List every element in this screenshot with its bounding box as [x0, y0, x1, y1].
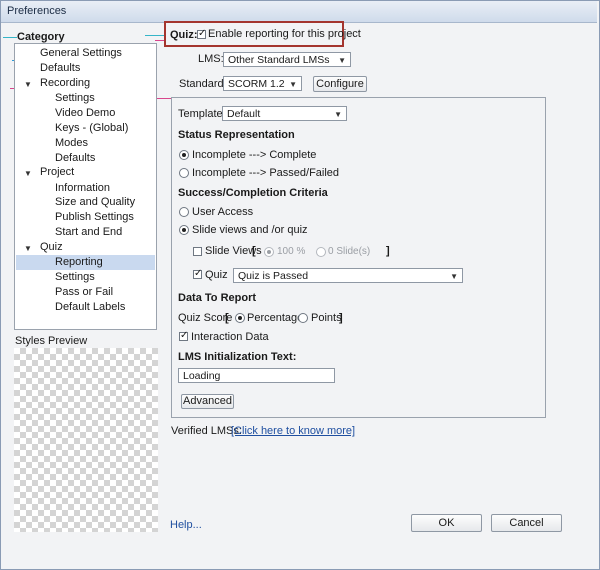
slide-views-checkbox[interactable]	[193, 247, 202, 256]
criteria-heading: Success/Completion Criteria	[178, 187, 328, 199]
tree-item-quiz[interactable]: Quiz	[40, 240, 63, 255]
lms-label: LMS:	[198, 53, 224, 65]
slides-label: 0 Slide(s)	[328, 246, 371, 257]
tree-item-recording[interactable]: Recording	[40, 76, 90, 91]
expand-caret-icon[interactable]: ▼	[24, 80, 32, 89]
tree-item-pass-fail[interactable]: Pass or Fail	[55, 285, 113, 300]
category-heading: Category	[17, 31, 65, 43]
expand-caret-icon[interactable]: ▼	[24, 169, 32, 178]
interaction-data-checkbox[interactable]	[179, 330, 188, 341]
title-bar: Preferences	[1, 1, 597, 23]
tree-item-keys-global[interactable]: Keys - (Global)	[55, 121, 128, 136]
status-complete-label: Incomplete ---> Complete	[192, 149, 317, 161]
tree-item-reporting: Reporting	[55, 256, 103, 268]
percent-radio[interactable]	[264, 247, 274, 257]
tree-item-recording-defaults[interactable]: Defaults	[55, 151, 95, 166]
quiz-criteria-label: Quiz	[205, 269, 228, 281]
status-heading: Status Representation	[178, 129, 295, 141]
tree-item-recording-settings[interactable]: Settings	[55, 91, 95, 106]
points-radio[interactable]	[298, 313, 308, 323]
annotation-line	[3, 37, 17, 38]
enable-reporting-label: Enable reporting for this project	[208, 28, 361, 40]
window-title: Preferences	[7, 5, 67, 17]
tree-item-information[interactable]: Information	[55, 181, 110, 196]
expand-caret-icon[interactable]: ▼	[24, 244, 32, 253]
quiz-criteria-checkbox[interactable]	[193, 268, 202, 279]
tree-item-project[interactable]: Project	[40, 165, 74, 180]
chevron-down-icon: ▼	[338, 56, 346, 65]
slide-views-quiz-radio[interactable]	[179, 225, 189, 235]
user-access-radio[interactable]	[179, 207, 189, 217]
quiz-score-bracket-open: [	[225, 312, 229, 324]
lms-dropdown[interactable]: Other Standard LMSs ▼	[223, 52, 351, 67]
lms-init-text-input[interactable]: Loading	[178, 368, 335, 383]
data-to-report-heading: Data To Report	[178, 292, 257, 304]
standard-dropdown[interactable]: SCORM 1.2 ▼	[223, 76, 302, 91]
styles-preview-label: Styles Preview	[15, 335, 88, 347]
tree-item-start-end[interactable]: Start and End	[55, 225, 122, 240]
tree-item-publish-settings[interactable]: Publish Settings	[55, 210, 134, 225]
template-value: Default	[227, 108, 261, 120]
lms-init-heading: LMS Initialization Text:	[178, 351, 297, 363]
percentage-radio[interactable]	[235, 313, 245, 323]
advanced-button[interactable]: Advanced	[181, 394, 234, 409]
chevron-down-icon: ▼	[289, 80, 297, 89]
quiz-criteria-dropdown[interactable]: Quiz is Passed ▼	[233, 268, 463, 283]
tree-item-size-quality[interactable]: Size and Quality	[55, 195, 135, 210]
quiz-score-bracket-close: ]	[339, 312, 343, 324]
cancel-button[interactable]: Cancel	[491, 514, 562, 532]
slide-views-quiz-label: Slide views and /or quiz	[192, 224, 308, 236]
tree-item-quiz-settings[interactable]: Settings	[55, 270, 95, 285]
styles-preview-area	[14, 348, 158, 532]
slide-views-bracket-open: [	[252, 245, 256, 257]
chevron-down-icon: ▼	[334, 110, 342, 119]
percent-label: 100 %	[277, 246, 306, 257]
category-tree[interactable]: General Settings Defaults ▼ Recording Se…	[14, 43, 157, 330]
percentage-label: Percentage	[247, 312, 304, 324]
user-access-label: User Access	[192, 206, 254, 218]
tree-item-defaults[interactable]: Defaults	[40, 61, 80, 76]
template-label: Template:	[178, 108, 226, 120]
help-link[interactable]: Help...	[170, 519, 202, 531]
points-label: Points	[311, 312, 342, 324]
slide-views-bracket-close: ]	[386, 245, 390, 257]
status-passed-failed-radio[interactable]	[179, 168, 189, 178]
verified-lms-link[interactable]: [Click here to know more]	[231, 425, 355, 437]
template-dropdown[interactable]: Default ▼	[222, 106, 347, 121]
standard-label: Standard:	[179, 78, 227, 90]
status-passed-failed-label: Incomplete ---> Passed/Failed	[192, 167, 340, 179]
slides-radio[interactable]	[316, 247, 326, 257]
quiz-criteria-value: Quiz is Passed	[238, 270, 309, 282]
tree-item-video-demo[interactable]: Video Demo	[55, 106, 115, 121]
enable-reporting-checkbox[interactable]	[197, 28, 206, 39]
standard-value: SCORM 1.2	[228, 78, 285, 90]
tree-item-general-settings[interactable]: General Settings	[40, 46, 122, 61]
lms-value: Other Standard LMSs	[228, 54, 330, 66]
ok-button[interactable]: OK	[411, 514, 482, 532]
annotation-line	[145, 35, 165, 36]
status-complete-radio[interactable]	[179, 150, 189, 160]
tree-item-reporting-selected[interactable]: Reporting	[16, 255, 155, 270]
chevron-down-icon: ▼	[450, 272, 458, 281]
tree-item-modes[interactable]: Modes	[55, 136, 88, 151]
interaction-data-label: Interaction Data	[191, 331, 269, 343]
configure-button[interactable]: Configure	[313, 76, 367, 92]
tree-item-default-labels[interactable]: Default Labels	[55, 300, 125, 315]
quiz-label: Quiz:	[170, 29, 198, 41]
